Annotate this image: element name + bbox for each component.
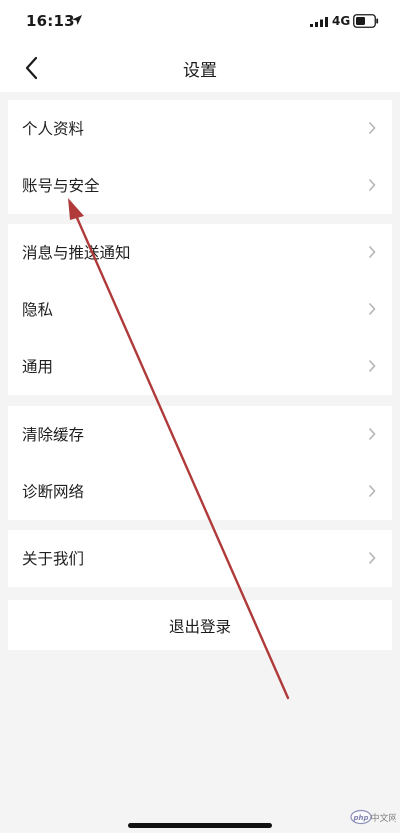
watermark-text: 中文网 (370, 812, 396, 824)
nav-bar: 设置 (0, 44, 400, 92)
settings-row-notifications[interactable]: 消息与推送通知 (8, 224, 392, 281)
settings-row-general[interactable]: 通用 (8, 338, 392, 395)
row-label: 隐私 (22, 301, 54, 319)
settings-group-profile: 个人资料 账号与安全 (8, 100, 392, 214)
logout-button[interactable]: 退出登录 (8, 600, 392, 650)
network-type: 4G (332, 14, 351, 28)
status-bar: 16:13 4G (0, 0, 400, 44)
row-label: 消息与推送通知 (22, 244, 131, 262)
chevron-right-icon (368, 427, 376, 441)
row-label: 关于我们 (22, 550, 85, 568)
home-indicator (128, 823, 272, 828)
settings-row-account-security[interactable]: 账号与安全 (8, 157, 392, 214)
chevron-right-icon (368, 245, 376, 259)
chevron-right-icon (368, 178, 376, 192)
settings-group-general: 消息与推送通知 隐私 通用 (8, 224, 392, 395)
settings-row-profile[interactable]: 个人资料 (8, 100, 392, 157)
settings-row-network-diagnosis[interactable]: 诊断网络 (8, 463, 392, 520)
php-logo-text: php (352, 814, 368, 822)
chevron-right-icon (368, 302, 376, 316)
row-label: 诊断网络 (22, 483, 85, 501)
settings-row-about-us[interactable]: 关于我们 (8, 530, 392, 587)
settings-group-about: 关于我们 (8, 530, 392, 587)
chevron-right-icon (368, 551, 376, 565)
logout-label: 退出登录 (168, 618, 231, 636)
location-arrow-icon (72, 15, 82, 25)
row-label: 通用 (22, 358, 54, 376)
page-title: 设置 (183, 61, 217, 81)
chevron-right-icon (368, 484, 376, 498)
signal-bars-icon (310, 17, 328, 27)
chevron-right-icon (368, 121, 376, 135)
settings-row-privacy[interactable]: 隐私 (8, 281, 392, 338)
row-label: 账号与安全 (22, 177, 100, 195)
row-label: 清除缓存 (22, 426, 85, 444)
row-label: 个人资料 (22, 120, 85, 138)
settings-row-clear-cache[interactable]: 清除缓存 (8, 406, 392, 463)
battery-icon (353, 14, 379, 28)
settings-group-maintenance: 清除缓存 诊断网络 (8, 406, 392, 520)
status-time: 16:13 (26, 12, 75, 30)
chevron-right-icon (368, 359, 376, 373)
php-logo: php 中文网 (350, 809, 396, 825)
